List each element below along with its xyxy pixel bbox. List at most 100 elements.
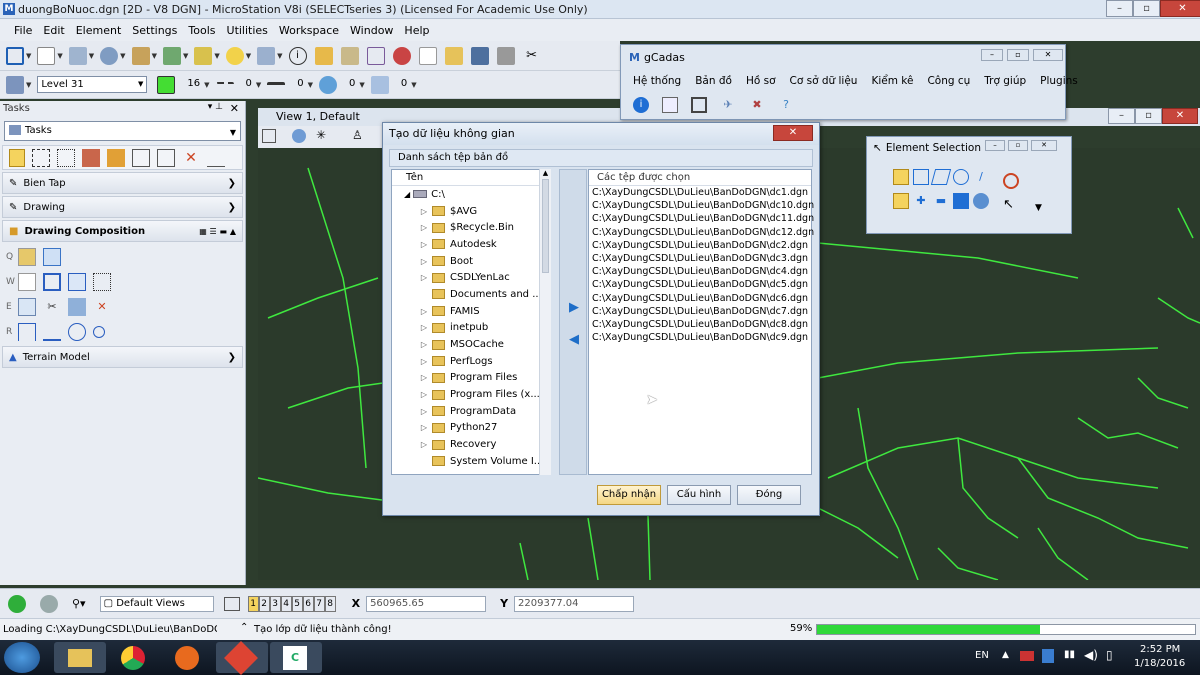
gcadas-maximize-button[interactable]: ▫ [1007, 49, 1029, 61]
level-manager-icon[interactable] [6, 75, 24, 94]
circle-select-icon[interactable] [953, 169, 969, 185]
folder-item[interactable]: System Volume I... [392, 453, 550, 470]
gcadas-menu-cong-cu[interactable]: Công cụ [927, 75, 970, 87]
maximize-button[interactable]: ▫ [1133, 0, 1160, 17]
clock-date[interactable]: 1/18/2016 [1134, 658, 1185, 669]
callout-icon[interactable] [18, 322, 36, 341]
arrow-select-icon[interactable] [9, 148, 25, 167]
gcadas-menu-co-so-du-lieu[interactable]: Cơ sở dữ liệu [790, 75, 858, 87]
detail-icon[interactable] [93, 325, 105, 338]
x-coordinate-field[interactable]: 560965.65 [366, 595, 487, 612]
transparency-icon[interactable] [319, 75, 338, 94]
save-icon[interactable] [470, 46, 489, 65]
file-item[interactable]: C:\XayDungCSDL\DuLieu\BanDoDGN\dc3.dgn [589, 252, 811, 265]
accept-button[interactable]: Chấp nhận [597, 485, 661, 505]
remove-arrow-icon[interactable]: ◀ [566, 332, 582, 348]
view-button-8[interactable]: 8 [324, 595, 336, 612]
info-icon[interactable]: i [288, 46, 307, 65]
file-item[interactable]: C:\XayDungCSDL\DuLieu\BanDoDGN\dc10.dgn [589, 199, 814, 212]
taskbar-microstation[interactable]: C [270, 642, 322, 673]
folder-item[interactable]: ▷ PerfLogs [392, 353, 550, 370]
view-minimize-button[interactable]: – [1108, 108, 1135, 124]
line-style-icon[interactable] [215, 81, 234, 92]
dialog-close-button[interactable]: ✕ [773, 125, 813, 141]
shape-select-icon[interactable] [930, 169, 952, 185]
section-drawing[interactable]: ✎ Drawing ❯ [2, 196, 243, 218]
view-button-5[interactable]: 5 [291, 595, 303, 612]
volume-icon[interactable]: ◀) [1084, 648, 1098, 662]
file-item[interactable]: C:\XayDungCSDL\DuLieu\BanDoDGN\dc5.dgn [589, 278, 811, 291]
es-minimize-button[interactable]: – [985, 140, 1005, 151]
paint-icon[interactable] [107, 148, 125, 167]
remove-icon[interactable]: ✕ [93, 298, 111, 316]
close-button[interactable]: ✕ [1160, 0, 1200, 17]
close-icon[interactable]: ✕ [230, 102, 239, 115]
keyin-icon[interactable] [340, 46, 359, 65]
menu-element[interactable]: Element [76, 24, 122, 37]
folder-item[interactable]: ▷ MSOCache [392, 336, 550, 353]
table-icon[interactable] [662, 97, 678, 113]
folder-item[interactable]: ▷ Autodesk [392, 236, 550, 253]
menu-file[interactable]: File [14, 24, 32, 37]
folder-item[interactable]: ▷ $AVG [392, 203, 550, 220]
es-close-button[interactable]: ✕ [1031, 140, 1057, 151]
folder-item[interactable]: ▷ FAMIS [392, 303, 550, 320]
titleblock-icon[interactable] [68, 272, 86, 291]
file-item[interactable]: C:\XayDungCSDL\DuLieu\BanDoDGN\dc7.dgn [589, 305, 811, 318]
sheet-icon[interactable] [18, 247, 36, 266]
brightness-icon[interactable]: ✳ [316, 128, 326, 142]
parcel-icon[interactable] [691, 97, 707, 113]
globe-selection-icon[interactable] [973, 193, 989, 209]
subtract-selection-icon[interactable]: ▬ [933, 193, 949, 209]
network-icon[interactable]: ▮▮ [1064, 649, 1075, 660]
menu-settings[interactable]: Settings [132, 24, 177, 37]
view-attributes-icon[interactable] [262, 129, 276, 143]
view-mode-icons[interactable]: ▦ ☰ ▬ ▲ [199, 227, 236, 236]
minimize-button[interactable]: – [1106, 0, 1133, 17]
models-icon[interactable] [68, 46, 87, 65]
element-select-icon[interactable] [57, 148, 75, 167]
view-button-6[interactable]: 6 [302, 595, 314, 612]
app-tray-icon[interactable] [1042, 649, 1054, 663]
expand-icon[interactable]: ▷ [418, 257, 430, 266]
delete-icon[interactable]: ✕ [182, 149, 200, 167]
gcadas-menu-plugins[interactable]: Plugins [1040, 75, 1078, 87]
copy-icon[interactable] [132, 148, 150, 167]
es-maximize-button[interactable]: ▫ [1008, 140, 1028, 151]
menu-help[interactable]: Help [404, 24, 429, 37]
scroll-thumb[interactable] [542, 179, 549, 273]
color-swatch-icon[interactable] [157, 75, 176, 94]
drop-icon[interactable] [82, 148, 100, 167]
expand-icon[interactable]: ▷ [418, 307, 430, 316]
clip-icon[interactable]: ✂ [43, 298, 61, 316]
view-button-7[interactable]: 7 [313, 595, 325, 612]
lock-icon[interactable]: ♙ [352, 128, 363, 142]
levels-icon[interactable] [194, 46, 213, 65]
display-style-icon[interactable] [292, 129, 306, 143]
taskbar-explorer[interactable] [54, 642, 106, 673]
expand-icon[interactable]: ▷ [418, 223, 430, 232]
level-combo[interactable]: Level 31 ▼ [37, 76, 148, 93]
expand-icon[interactable]: ▷ [418, 240, 430, 249]
section-drawing-composition[interactable]: ■ Drawing Composition ▦ ☰ ▬ ▲ [2, 220, 243, 242]
folder-item[interactable]: ▷ CSDLYenLac [392, 269, 550, 286]
line-select-icon[interactable]: / [973, 169, 989, 185]
select-element-icon[interactable] [6, 46, 24, 65]
folder-item[interactable]: ▷ Python27 [392, 420, 550, 437]
line-style-value[interactable]: 0 [242, 76, 256, 93]
section-terrain-model[interactable]: ▲ Terrain Model ❯ [2, 346, 243, 368]
no-entry-icon[interactable] [392, 46, 411, 65]
section-marker-icon[interactable] [43, 323, 61, 341]
config-button[interactable]: Cấu hình [667, 485, 731, 505]
gcadas-menu-ban-do[interactable]: Bản đồ [695, 75, 732, 87]
taskbar-firefox[interactable] [162, 642, 214, 673]
scroll-up-icon[interactable]: ▲ [540, 169, 551, 177]
file-item[interactable]: C:\XayDungCSDL\DuLieu\BanDoDGN\dc11.dgn [589, 212, 814, 225]
print-icon[interactable] [496, 46, 515, 65]
tree-root[interactable]: ◢ C:\ [392, 186, 550, 203]
expand-icon[interactable]: ▷ [418, 373, 430, 382]
collapse-icon[interactable]: ◢ [404, 190, 410, 199]
clock-time[interactable]: 2:52 PM [1140, 644, 1180, 655]
file-item[interactable]: C:\XayDungCSDL\DuLieu\BanDoDGN\dc9.dgn [589, 331, 811, 344]
language-indicator[interactable]: EN [975, 650, 989, 661]
